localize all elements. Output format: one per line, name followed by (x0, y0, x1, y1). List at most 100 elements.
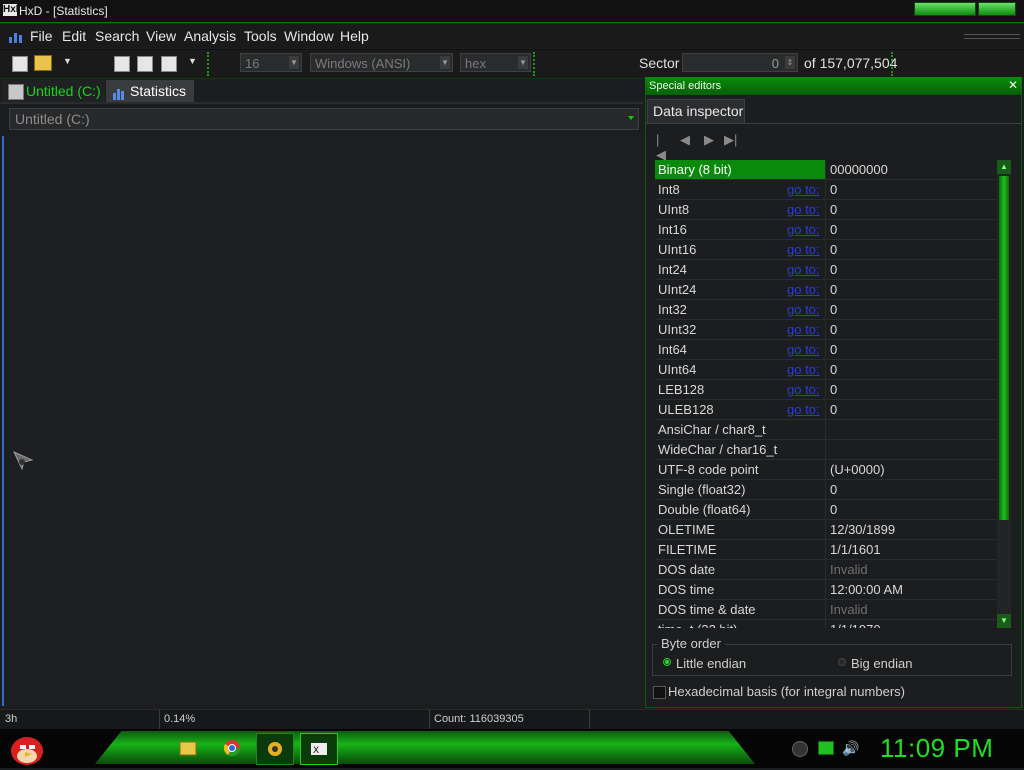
row-value[interactable]: 0 (830, 382, 837, 397)
data-inspector-row[interactable]: WideChar / char16_t (655, 440, 996, 460)
row-value[interactable]: 0 (830, 342, 837, 357)
mdi-controls[interactable] (964, 34, 1020, 39)
goto-link[interactable]: go to: (787, 302, 820, 317)
tab-untitled-c[interactable]: Untitled (C:) (2, 80, 105, 102)
row-value[interactable]: 0 (830, 242, 837, 257)
print-icon[interactable] (161, 56, 177, 72)
document-select[interactable]: Untitled (C:) (9, 108, 639, 130)
row-value[interactable]: 0 (830, 482, 837, 497)
close-button[interactable] (978, 2, 1016, 16)
hxd-taskbar-icon[interactable]: X (300, 733, 338, 765)
row-value[interactable]: 0 (830, 322, 837, 337)
charset-combo[interactable]: Windows (ANSI) ▼ (310, 53, 453, 72)
menu-search[interactable]: Search (95, 28, 139, 44)
new-file-icon[interactable] (12, 56, 28, 72)
goto-link[interactable]: go to: (787, 182, 820, 197)
data-inspector-row[interactable]: time_t (32 bit) 1/1/1970 (655, 620, 996, 628)
goto-link[interactable]: go to: (787, 222, 820, 237)
row-value[interactable]: 1/1/1601 (830, 542, 881, 557)
network-icon[interactable] (818, 741, 834, 755)
data-inspector-row[interactable]: AnsiChar / char8_t (655, 420, 996, 440)
notification-chevron-icon[interactable] (792, 741, 808, 757)
save-all-icon[interactable] (137, 56, 153, 72)
goto-link[interactable]: go to: (787, 242, 820, 257)
data-inspector-row[interactable]: DOS date Invalid (655, 560, 996, 580)
statistics-chart-area[interactable] (2, 136, 644, 706)
row-value[interactable]: 0 (830, 362, 837, 377)
close-icon[interactable]: ✕ (1006, 78, 1020, 92)
row-value[interactable]: 0 (830, 222, 837, 237)
data-inspector-row[interactable]: Int24 go to: 0 (655, 260, 996, 280)
big-endian-label[interactable]: Big endian (851, 656, 912, 671)
menu-analysis[interactable]: Analysis (184, 28, 236, 44)
data-inspector-row[interactable]: Int16 go to: 0 (655, 220, 996, 240)
data-inspector-scrollbar[interactable]: ▲ ▼ (997, 160, 1011, 628)
volume-icon[interactable]: 🔊 (842, 740, 859, 757)
goto-link[interactable]: go to: (787, 262, 820, 277)
goto-link[interactable]: go to: (787, 202, 820, 217)
open-folder-icon[interactable] (34, 55, 52, 71)
minimize-button[interactable] (914, 2, 976, 16)
goto-link[interactable]: go to: (787, 362, 820, 377)
row-value[interactable]: 0 (830, 182, 837, 197)
row-value[interactable]: Invalid (830, 562, 868, 577)
next-icon[interactable]: ▶ (704, 132, 714, 148)
tab-data-inspector[interactable]: Data inspector (647, 99, 745, 123)
row-value[interactable]: 00000000 (830, 162, 888, 177)
open-dropdown-icon[interactable]: ▼ (63, 56, 72, 66)
tab-statistics[interactable]: Statistics (106, 80, 194, 102)
menu-edit[interactable]: Edit (62, 28, 86, 44)
goto-link[interactable]: go to: (787, 402, 820, 417)
data-inspector-row[interactable]: Int64 go to: 0 (655, 340, 996, 360)
row-value[interactable]: 12:00:00 AM (830, 582, 903, 597)
menu-view[interactable]: View (146, 28, 176, 44)
data-inspector-row[interactable]: UInt24 go to: 0 (655, 280, 996, 300)
row-value[interactable]: 12/30/1899 (830, 522, 895, 537)
last-icon[interactable]: ▶| (724, 132, 737, 148)
goto-link[interactable]: go to: (787, 322, 820, 337)
previous-icon[interactable]: ◀ (680, 132, 690, 148)
taskbar-clock[interactable]: 11:09 PM (880, 733, 993, 764)
data-inspector-row[interactable]: ULEB128 go to: 0 (655, 400, 996, 420)
data-inspector-row[interactable]: Single (float32) 0 (655, 480, 996, 500)
row-value[interactable]: 0 (830, 502, 837, 517)
row-value[interactable]: 0 (830, 302, 837, 317)
row-value[interactable]: 0 (830, 402, 837, 417)
menu-window[interactable]: Window (284, 28, 334, 44)
data-inspector-row[interactable]: UInt64 go to: 0 (655, 360, 996, 380)
big-endian-radio[interactable] (838, 658, 846, 666)
menu-help[interactable]: Help (340, 28, 369, 44)
settings-gear-icon[interactable] (256, 733, 294, 765)
scroll-down-icon[interactable]: ▼ (997, 614, 1011, 628)
sector-input[interactable]: 0 ⇕ (682, 53, 798, 72)
data-inspector-row[interactable]: UInt32 go to: 0 (655, 320, 996, 340)
data-inspector-row[interactable]: DOS time 12:00:00 AM (655, 580, 996, 600)
offset-base-combo[interactable]: hex ▼ (460, 53, 531, 72)
start-button[interactable] (8, 730, 46, 767)
row-value[interactable]: 0 (830, 202, 837, 217)
goto-link[interactable]: go to: (787, 382, 820, 397)
row-value[interactable]: Invalid (830, 602, 868, 617)
data-inspector-row[interactable]: UInt8 go to: 0 (655, 200, 996, 220)
spinner-icon[interactable]: ⇕ (785, 56, 795, 69)
save-icon[interactable] (114, 56, 130, 72)
tools-dropdown-icon[interactable]: ▼ (188, 56, 197, 66)
row-value[interactable]: 0 (830, 262, 837, 277)
data-inspector-row[interactable]: LEB128 go to: 0 (655, 380, 996, 400)
data-inspector-row[interactable]: Binary (8 bit) 00000000 (655, 160, 996, 180)
row-value[interactable]: 0 (830, 282, 837, 297)
hex-basis-label[interactable]: Hexadecimal basis (for integral numbers) (668, 684, 905, 699)
little-endian-radio[interactable] (663, 658, 671, 666)
data-inspector-row[interactable]: UInt16 go to: 0 (655, 240, 996, 260)
menu-file[interactable]: File (30, 28, 53, 44)
little-endian-label[interactable]: Little endian (676, 656, 746, 671)
data-inspector-row[interactable]: DOS time & date Invalid (655, 600, 996, 620)
goto-link[interactable]: go to: (787, 282, 820, 297)
row-value[interactable]: 1/1/1970 (830, 622, 881, 628)
menu-tools[interactable]: Tools (244, 28, 277, 44)
hex-basis-checkbox[interactable] (653, 686, 666, 699)
data-inspector-row[interactable]: Int8 go to: 0 (655, 180, 996, 200)
scroll-up-icon[interactable]: ▲ (997, 160, 1011, 174)
chrome-icon[interactable] (214, 733, 250, 763)
first-icon[interactable]: |◀ (656, 132, 666, 163)
